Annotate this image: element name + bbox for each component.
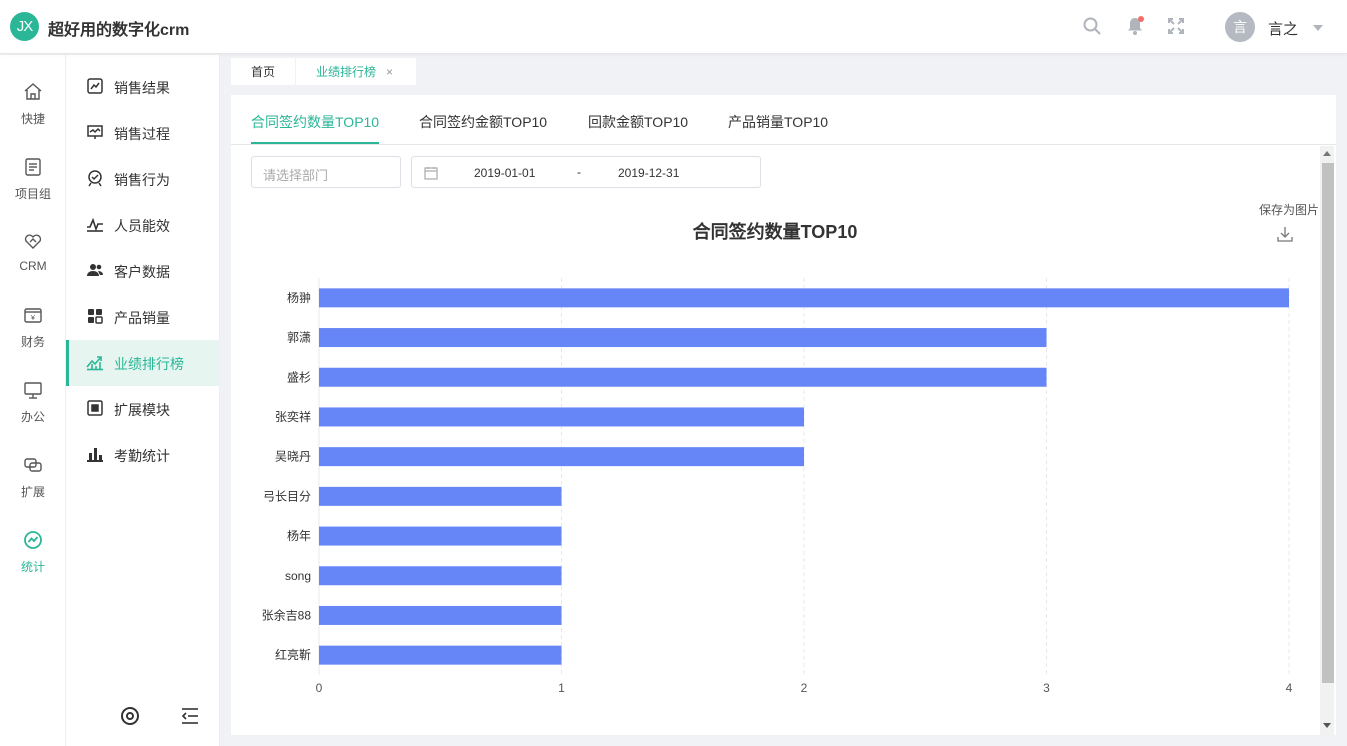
chart-title: 合同签约数量TOP10 <box>693 221 858 242</box>
product-icon <box>88 309 103 324</box>
y-category-label: 张余吉88 <box>262 607 312 622</box>
rail-item-statistics[interactable]: 统计 <box>0 525 66 585</box>
sales-behavior-icon <box>88 170 102 187</box>
submenu-label: 产品销量 <box>114 310 170 326</box>
bar[interactable] <box>319 526 562 546</box>
home-icon <box>24 83 42 100</box>
y-category-label: 弓长目分 <box>263 489 311 503</box>
search-icon[interactable] <box>1082 16 1102 36</box>
handshake-icon <box>24 234 42 249</box>
submenu-label: 考勤统计 <box>114 448 170 464</box>
avatar[interactable]: 言 <box>1225 12 1255 42</box>
bar[interactable] <box>319 645 562 665</box>
rail-item-extension[interactable]: 扩展 <box>0 450 66 510</box>
rail-label: 统计 <box>20 560 45 574</box>
page-tab-label: 首页 <box>251 65 276 79</box>
collapse-menu-icon[interactable] <box>179 705 201 727</box>
bar[interactable] <box>319 486 562 506</box>
ranking-icon <box>86 356 103 371</box>
sales-process-icon <box>87 125 103 139</box>
y-category-label: 杨年 <box>287 528 311 543</box>
scrollbar-thumb[interactable] <box>1322 163 1334 683</box>
scroll-down-arrow[interactable] <box>1323 723 1331 728</box>
secondary-nav: 销售结果 销售过程 销售行为 人员能效 客户数据 产品销量 业绩排行榜 扩展模块… <box>66 55 220 746</box>
rail-label: 项目组 <box>14 187 51 201</box>
submenu-label: 销售过程 <box>114 126 170 142</box>
bar[interactable] <box>319 288 1289 308</box>
app-logo[interactable]: JX <box>10 12 39 41</box>
submenu-item-sales-behavior[interactable]: 销售行为 <box>66 156 220 202</box>
rail-item-finance[interactable]: ¥ 财务 <box>0 300 66 360</box>
bar[interactable] <box>319 447 804 467</box>
primary-nav: 快捷 项目组 CRM ¥ 财务 办公 扩展 统计 <box>0 55 66 746</box>
rail-label: 扩展 <box>20 485 45 499</box>
rail-item-shortcut[interactable]: 快捷 <box>0 77 66 137</box>
monitor-icon <box>24 382 42 399</box>
x-tick-label: 2 <box>801 681 808 695</box>
document-icon <box>25 158 41 176</box>
bar[interactable] <box>319 328 1047 348</box>
submenu-label: 销售行为 <box>114 172 170 188</box>
x-tick-label: 0 <box>316 681 323 695</box>
customer-icon <box>87 264 103 276</box>
chevron-down-icon[interactable] <box>1313 25 1323 31</box>
finance-icon: ¥ <box>24 308 42 323</box>
bar[interactable] <box>319 407 804 427</box>
rail-label: 财务 <box>20 335 45 349</box>
content-card: 合同签约数量TOP10 合同签约金额TOP10 回款金额TOP10 产品销量TO… <box>231 95 1336 735</box>
submenu-item-efficiency[interactable]: 人员能效 <box>66 202 220 248</box>
rail-item-crm[interactable]: CRM <box>0 226 66 286</box>
fullscreen-icon[interactable] <box>1166 16 1186 36</box>
notification-dot <box>1138 16 1144 22</box>
bar[interactable] <box>319 566 562 586</box>
y-category-label: 郭潇 <box>287 331 311 345</box>
rail-label: 快捷 <box>20 112 45 126</box>
y-category-label: 杨翀 <box>287 290 311 305</box>
submenu-label: 扩展模块 <box>114 402 170 418</box>
y-category-label: 张奕祥 <box>275 409 311 424</box>
page-tab-ranking[interactable]: 业绩排行榜 × <box>296 58 416 85</box>
close-icon[interactable]: × <box>386 65 393 79</box>
submenu-item-customer[interactable]: 客户数据 <box>66 248 220 294</box>
sales-result-icon <box>87 78 103 94</box>
y-category-label: 吴晓丹 <box>275 450 311 464</box>
extension-icon <box>24 458 42 472</box>
submenu-label: 销售结果 <box>114 80 170 96</box>
bar[interactable] <box>319 367 1047 387</box>
rail-label: 办公 <box>20 410 45 424</box>
submenu-label: 客户数据 <box>114 264 170 280</box>
scroll-up-arrow[interactable] <box>1323 151 1331 156</box>
x-tick-label: 4 <box>1286 681 1293 695</box>
page-tab-label: 业绩排行榜 <box>316 65 377 79</box>
x-tick-label: 1 <box>558 681 565 695</box>
page-tab-home[interactable]: 首页 <box>231 58 296 85</box>
submenu-item-attendance[interactable]: 考勤统计 <box>66 432 220 478</box>
ranking-chart: 合同签约数量TOP10 0 1 2 3 4 杨翀郭潇盛杉张奕祥吴晓丹弓长目分杨年 song 张… <box>262 221 1293 695</box>
submenu-item-sales-process[interactable]: 销售过程 <box>66 110 220 156</box>
submenu-item-ranking[interactable]: 业绩排行榜 <box>66 340 220 386</box>
rail-item-project[interactable]: 项目组 <box>0 152 66 212</box>
module-icon <box>87 400 103 416</box>
svg-text:¥: ¥ <box>31 315 35 322</box>
page-tabs-bar: 首页 业绩排行榜 × <box>220 55 1347 85</box>
statistics-icon <box>24 531 42 549</box>
user-name[interactable]: 言之 <box>1268 18 1298 39</box>
rail-label: CRM <box>19 259 47 273</box>
top-header: JX 超好用的数字化crm 言 言之 <box>0 0 1347 54</box>
attendance-icon <box>87 448 103 462</box>
submenu-item-module[interactable]: 扩展模块 <box>66 386 220 432</box>
bar[interactable] <box>319 605 562 625</box>
rail-item-office[interactable]: 办公 <box>0 375 66 435</box>
y-category-label: 红亮靳 <box>275 647 311 662</box>
y-category-label: 盛杉 <box>287 369 311 384</box>
y-category-label: song <box>285 569 311 583</box>
submenu-item-sales-result[interactable]: 销售结果 <box>66 64 220 110</box>
efficiency-icon <box>87 217 103 232</box>
submenu-label: 业绩排行榜 <box>114 356 184 372</box>
settings-icon[interactable] <box>119 705 141 727</box>
submenu-item-product[interactable]: 产品销量 <box>66 294 220 340</box>
submenu-label: 人员能效 <box>114 218 170 234</box>
app-title: 超好用的数字化crm <box>48 22 190 39</box>
x-tick-label: 3 <box>1043 681 1050 695</box>
